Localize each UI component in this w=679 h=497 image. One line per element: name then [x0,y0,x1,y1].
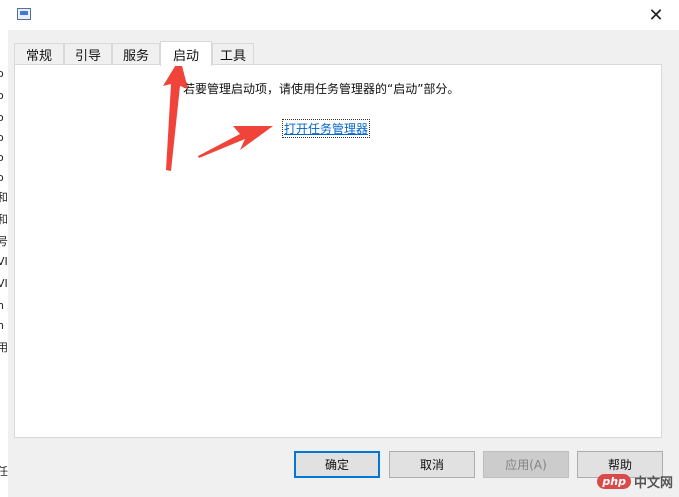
title-bar: ✕ [8,0,679,30]
edge-fragment: o [0,112,4,124]
watermark-badge: php [597,474,631,489]
edge-fragment: 任 [0,466,8,478]
open-task-manager-link[interactable]: 打开任务管理器 [281,119,371,138]
edge-fragment: o [0,152,4,164]
edge-fragment: VI [0,255,8,268]
apply-button: 应用(A) [483,451,569,478]
tab-startup[interactable]: 启动 [160,41,212,66]
tab-services[interactable]: 服务 [112,43,160,65]
startup-tab-panel: 若要管理启动项，请使用任务管理器的“启动”部分。 打开任务管理器 [14,64,662,438]
edge-fragment: o [0,132,4,144]
edge-fragment: o [0,68,4,80]
ok-button[interactable]: 确定 [294,451,380,478]
tab-boot[interactable]: 引导 [64,43,112,65]
cancel-button[interactable]: 取消 [389,451,475,478]
tab-general[interactable]: 常规 [14,43,64,65]
system-configuration-dialog: ✕ 常规 引导 服务 启动 工具 若要管理启动项，请使用任务管理器的“启动”部分… [8,0,679,497]
edge-fragment: 号 [0,236,8,248]
edge-fragment: 和 [0,214,8,226]
close-button[interactable]: ✕ [633,0,679,30]
app-window-icon [17,8,31,20]
edge-fragment: VI [0,277,8,290]
edge-fragment: n [0,300,4,312]
tab-tools[interactable]: 工具 [212,43,254,65]
edge-fragment: 和 [0,192,8,204]
edge-fragment: 用 [0,342,8,354]
startup-info-text: 若要管理启动项，请使用任务管理器的“启动”部分。 [183,82,460,96]
edge-fragment: o [0,90,4,102]
edge-fragment: o [0,172,4,184]
site-watermark: php 中文网 [597,472,673,491]
watermark-text: 中文网 [633,476,673,491]
edge-fragment: n [0,320,4,332]
